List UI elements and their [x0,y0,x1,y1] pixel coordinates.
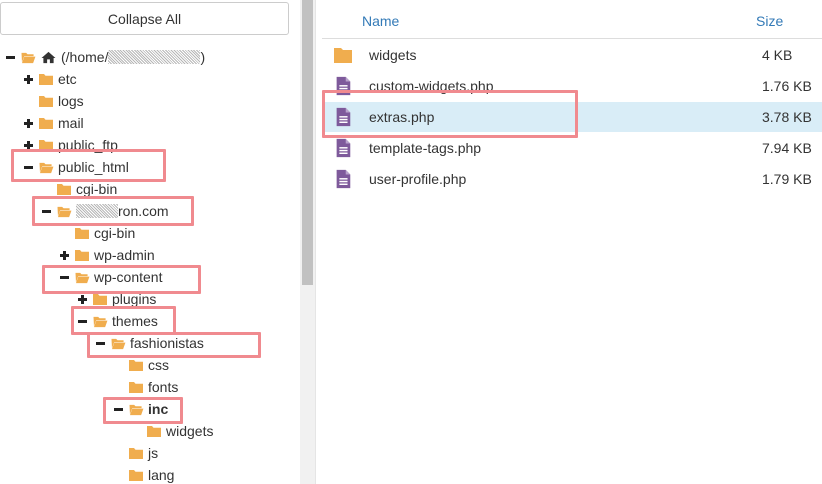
tree-label: lang [148,467,175,483]
pane-divider[interactable] [315,0,322,484]
tree-label-home-suffix: ) [200,49,206,65]
annotation-highlight-box [322,90,578,138]
file-size: 4 KB [762,47,793,63]
scrollbar-thumb[interactable] [302,0,313,285]
file-list-pane: Name Size widgets 4 KB custom-widgets.ph… [322,0,822,484]
expand-toggle-icon[interactable] [78,294,88,304]
tree-label: wp-admin [94,247,155,263]
tree-label: etc [58,71,77,87]
collapse-all-button[interactable]: Collapse All [0,2,289,35]
tree-node-wp-admin[interactable]: wp-admin [60,244,155,266]
expand-toggle-icon[interactable] [60,250,70,260]
tree-label-home: (/home/ [61,49,109,65]
file-name: widgets [369,47,417,63]
annotation-highlight-box [71,306,176,335]
file-list-header: Name Size [322,4,822,39]
file-size: 3.78 KB [762,109,812,125]
file-row[interactable]: widgets 4 KB [322,40,822,70]
file-size: 1.79 KB [762,171,812,187]
file-size: 1.76 KB [762,78,812,94]
tree-label: cgi-bin [94,225,136,241]
sort-by-size-header[interactable]: Size [756,13,783,29]
tree-label: fonts [148,379,179,395]
folder-icon [129,447,143,459]
tree-label: css [148,357,169,373]
folder-icon [129,469,143,481]
tree-label: widgets [166,423,214,439]
annotation-highlight-box [11,149,166,182]
tree-node-fonts[interactable]: fonts [114,376,178,398]
annotation-highlight-box [32,196,194,226]
file-name: template-tags.php [369,140,482,156]
file-name: user-profile.php [369,171,467,187]
redacted-username [108,50,201,64]
tree-node-js[interactable]: js [114,442,158,464]
folder-tree-pane: Collapse All (/home/ ) etc logs mail pub… [0,0,300,484]
php-file-icon [336,138,351,158]
annotation-highlight-box [42,265,201,294]
tree-node-lang[interactable]: lang [114,464,174,484]
folder-icon [147,425,161,437]
tree-node-etc[interactable]: etc [24,68,77,90]
folder-icon [334,48,352,63]
annotation-highlight-box [103,397,183,424]
folder-icon [93,293,107,305]
folder-icon [129,381,143,393]
php-file-icon [336,169,351,189]
file-row[interactable]: user-profile.php 1.79 KB [322,164,822,194]
tree-node-home[interactable]: (/home/ ) [6,46,205,68]
folder-icon [75,249,89,261]
folder-icon [39,117,53,129]
tree-label: js [148,445,159,461]
file-size: 7.94 KB [762,140,812,156]
folder-open-icon [21,52,36,63]
sort-by-name-header[interactable]: Name [362,13,399,29]
folder-icon [129,359,143,371]
expand-toggle-icon[interactable] [24,74,34,84]
tree-node-mail[interactable]: mail [24,112,84,134]
collapse-toggle-icon[interactable] [6,52,16,62]
tree-node-logs[interactable]: logs [24,90,84,112]
tree-label: mail [58,115,84,131]
folder-icon [39,73,53,85]
folder-icon [57,183,71,195]
folder-icon [39,95,53,107]
annotation-highlight-box [87,332,261,358]
tree-label: cgi-bin [76,181,118,197]
expand-toggle-icon[interactable] [24,118,34,128]
home-icon [41,51,56,63]
tree-scrollbar[interactable] [300,0,315,484]
folder-icon [75,227,89,239]
tree-label: logs [58,93,84,109]
